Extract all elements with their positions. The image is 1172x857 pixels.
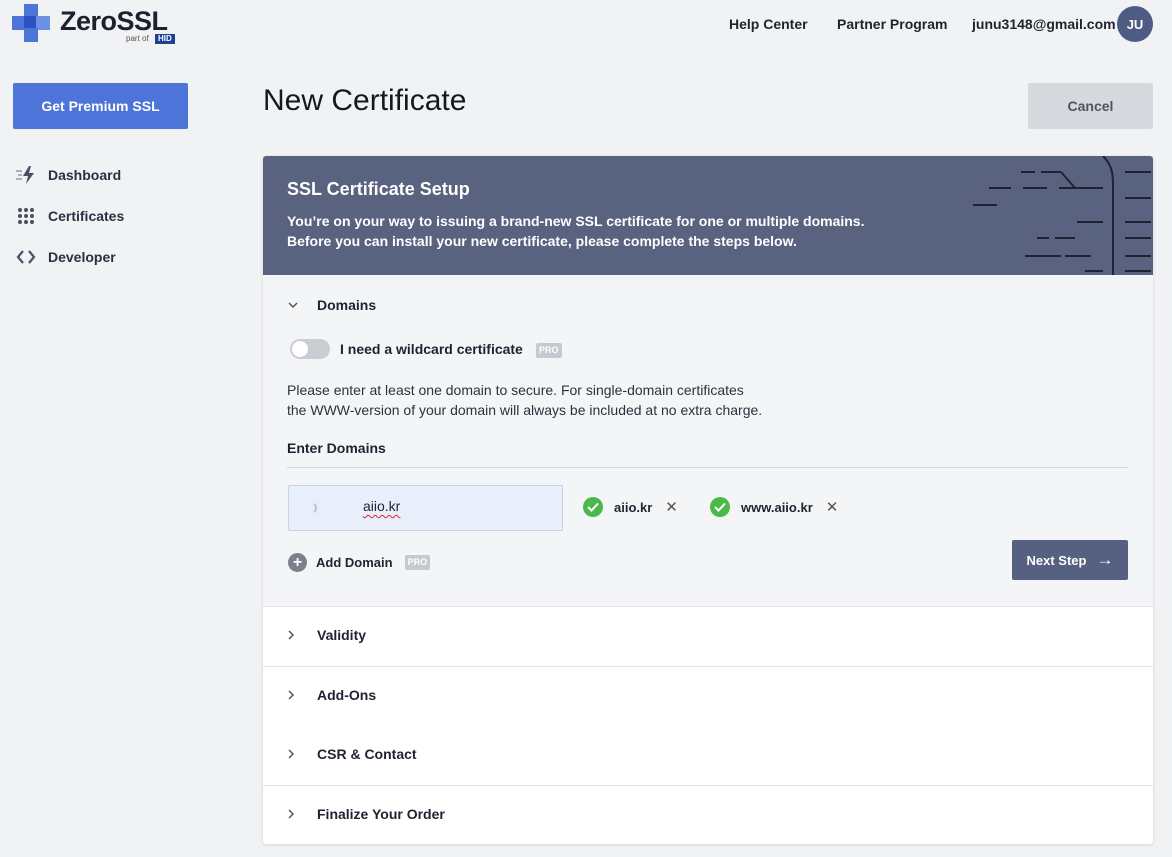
brand-name: ZeroSSL (60, 6, 168, 36)
partner-program-link[interactable]: Partner Program (837, 16, 947, 32)
check-circle-icon (583, 497, 603, 517)
section-header: Validity (287, 627, 366, 643)
grid-dots-icon (15, 206, 37, 226)
certificate-setup-card: SSL Certificate Setup You’re on your way… (263, 156, 1153, 844)
sidebar-item-certificates[interactable]: Certificates (15, 205, 124, 227)
pro-badge: PRO (536, 343, 562, 358)
remove-domain-icon[interactable]: ✕ (665, 498, 678, 516)
add-ons-section[interactable]: Add-Ons (263, 667, 1153, 727)
cancel-button[interactable]: Cancel (1028, 83, 1153, 129)
next-step-label: Next Step (1026, 552, 1087, 568)
code-brackets-icon (15, 247, 37, 267)
brand-parent: HID (155, 34, 175, 44)
bolt-icon (15, 165, 37, 185)
loading-spinner-icon (303, 501, 317, 515)
enter-domains-label: Enter Domains (287, 440, 386, 456)
arrow-right-icon: → (1096, 550, 1114, 569)
domains-info-line: Please enter at least one domain to secu… (287, 382, 744, 398)
add-domain-label: Add Domain (316, 555, 393, 570)
toggle-knob (292, 341, 308, 357)
section-header: Finalize Your Order (287, 806, 445, 822)
remove-domain-icon[interactable]: ✕ (826, 498, 839, 516)
setup-header: SSL Certificate Setup You’re on your way… (263, 156, 1153, 275)
plus-circle-icon: + (288, 553, 307, 572)
logo-cross-icon (12, 4, 50, 42)
setup-description-line: You’re on your way to issuing a brand-ne… (287, 213, 865, 229)
domain-chip: aiio.kr ✕ (583, 497, 678, 517)
chevron-right-icon (287, 748, 299, 760)
pro-badge: PRO (404, 555, 431, 570)
validity-section[interactable]: Validity (263, 607, 1153, 667)
finalize-order-section[interactable]: Finalize Your Order (263, 786, 1153, 844)
section-header: Add-Ons (287, 687, 376, 703)
setup-description-line: Before you can install your new certific… (287, 233, 797, 249)
domain-chip-label: www.aiio.kr (741, 499, 813, 515)
domain-input-value: aiio.kr (363, 498, 401, 514)
chevron-down-icon (287, 301, 299, 309)
sidebar-item-label: Developer (48, 249, 116, 265)
divider (287, 467, 1128, 468)
page-title: New Certificate (263, 84, 467, 117)
section-title: Finalize Your Order (317, 806, 445, 822)
account-email[interactable]: junu3148@gmail.com (972, 16, 1116, 32)
section-title: Add-Ons (317, 687, 377, 703)
check-circle-icon (710, 497, 730, 517)
domain-input[interactable]: aiio.kr (288, 485, 563, 531)
get-premium-ssl-button[interactable]: Get Premium SSL (13, 83, 188, 129)
csr-contact-section[interactable]: CSR & Contact (263, 726, 1153, 786)
help-center-link[interactable]: Help Center (729, 16, 808, 32)
domains-info: Please enter at least one domain to secu… (287, 380, 762, 420)
section-title: Domains (317, 297, 377, 313)
add-domain-button[interactable]: + Add Domain PRO (288, 553, 431, 572)
setup-description: You’re on your way to issuing a brand-ne… (287, 211, 864, 251)
wildcard-label: I need a wildcard certificate (340, 341, 523, 357)
domains-section: Domains I need a wildcard certificate PR… (263, 275, 1153, 607)
avatar[interactable]: JU (1117, 6, 1153, 42)
section-title: Validity (317, 627, 367, 643)
chevron-right-icon (287, 629, 299, 641)
setup-title: SSL Certificate Setup (287, 179, 470, 199)
domains-section-header[interactable]: Domains (287, 297, 376, 313)
sidebar-item-dashboard[interactable]: Dashboard (15, 164, 121, 186)
section-header: CSR & Contact (287, 746, 417, 762)
zerossl-logo[interactable]: ZeroSSL part of HID (12, 4, 182, 46)
domains-info-line: the WWW-version of your domain will alwa… (287, 402, 763, 418)
domain-chip-label: aiio.kr (614, 499, 653, 515)
chevron-right-icon (287, 808, 299, 820)
domain-chip: www.aiio.kr ✕ (710, 497, 838, 517)
next-step-button[interactable]: Next Step → (1012, 540, 1128, 580)
section-title: CSR & Contact (317, 746, 417, 762)
decorative-lines-icon (973, 156, 1151, 275)
sidebar-item-label: Certificates (48, 208, 125, 224)
sidebar-item-label: Dashboard (48, 167, 122, 183)
sidebar-item-developer[interactable]: Developer (15, 246, 116, 268)
wildcard-toggle[interactable] (290, 339, 330, 359)
brand-sub: part of (126, 34, 149, 43)
chevron-right-icon (287, 689, 299, 701)
